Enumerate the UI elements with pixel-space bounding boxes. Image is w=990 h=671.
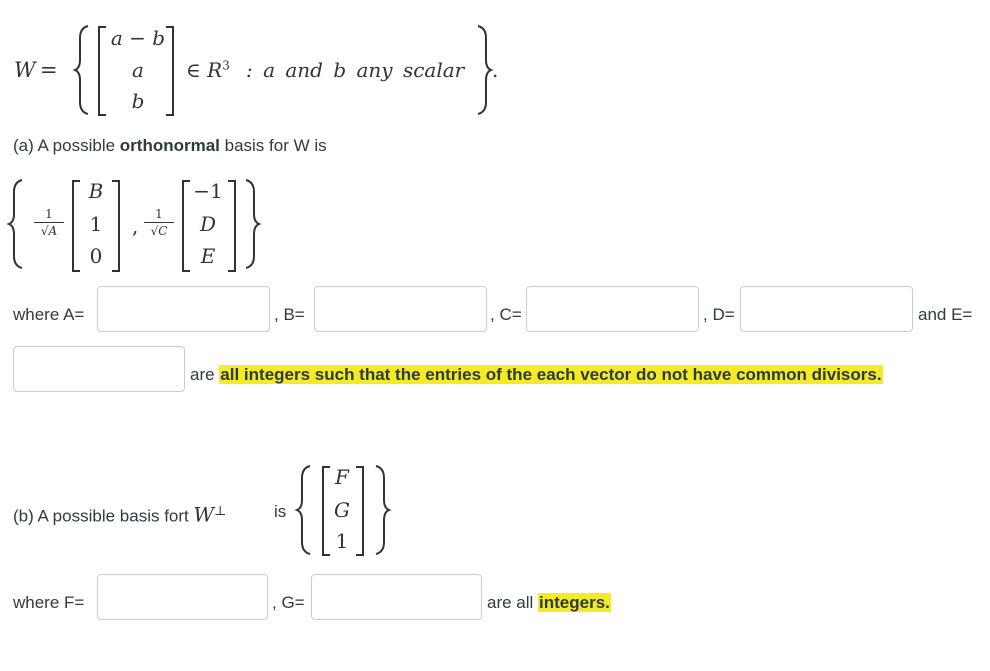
label-and-e: and E= [918,305,973,324]
equals-sign: = [40,58,58,82]
vector-entry: D [199,212,217,236]
right-brace-icon [477,25,494,115]
input-e[interactable] [13,346,185,392]
input-c[interactable] [526,286,699,332]
matrix-right-bracket [166,26,174,116]
part-a-heading: (a) A possible orthonormal basis for W i… [13,136,327,156]
part-a-note: are all integers such that the entries o… [190,365,883,385]
label-b: , B= [274,305,305,324]
vector-entry: 0 [89,244,103,268]
part-b-note: are all integers. [487,593,611,613]
part-b-heading: (b) A possible basis fort W⊥ [13,502,226,527]
membership: ∈ R3 [186,58,230,82]
right-brace-icon [375,465,392,555]
input-f[interactable] [97,574,268,620]
w-symbol: W [14,58,36,82]
input-g[interactable] [311,574,482,620]
part-b-is: is [274,502,287,521]
right-brace-icon [245,179,262,269]
coefficient-2: 1 √C [144,208,174,238]
left-brace-icon [72,25,89,115]
left-brace-icon [294,465,311,555]
matrix-left-bracket [98,26,106,116]
coefficient-1: 1 √A [34,208,64,238]
element-of-R: ∈ R [186,58,223,82]
label-where-a: where A= [13,305,85,324]
period: . [492,58,499,82]
input-d[interactable] [740,286,913,332]
note-prefix: are all [487,593,539,612]
vector-entry: B [88,179,104,203]
condition-text: : a and b any scalar [246,58,465,82]
coef-denominator: √A [40,224,58,238]
vector-entry: a − b [110,26,166,50]
left-brace-icon [6,179,23,269]
note-prefix: are [190,365,220,384]
part-b-prefix: (b) A possible basis fort [13,506,194,526]
coef-numerator: 1 [155,207,163,221]
vector-entry: a [132,58,144,82]
matrix-right-bracket [228,180,236,272]
dimension-superscript: 3 [222,58,230,73]
label-g: , G= [272,593,305,612]
label-c: , C= [490,305,522,324]
input-b[interactable] [314,286,487,332]
coef-numerator: 1 [45,207,53,221]
label-d: , D= [703,305,735,324]
highlighted-note: integers. [538,593,611,612]
vector-entry: E [200,244,216,268]
vector-entry: −1 [193,179,223,203]
highlighted-note: all integers such that the entries of th… [219,365,883,384]
part-a-prefix: (a) A possible [13,136,120,155]
matrix-right-bracket [356,466,364,556]
separator-comma: , [132,214,139,238]
label-where-f: where F= [13,593,85,612]
coef-denominator: √C [150,224,168,238]
vector-entry: b [131,89,145,113]
w-perp-symbol: W [193,502,215,527]
vector-entry: 1 [89,212,103,236]
matrix-right-bracket [112,180,120,272]
part-a-suffix: basis for W is [219,136,327,155]
perp-superscript: ⊥ [214,504,227,519]
part-a-bold-word: orthonormal [119,136,220,155]
input-a[interactable] [97,286,270,332]
